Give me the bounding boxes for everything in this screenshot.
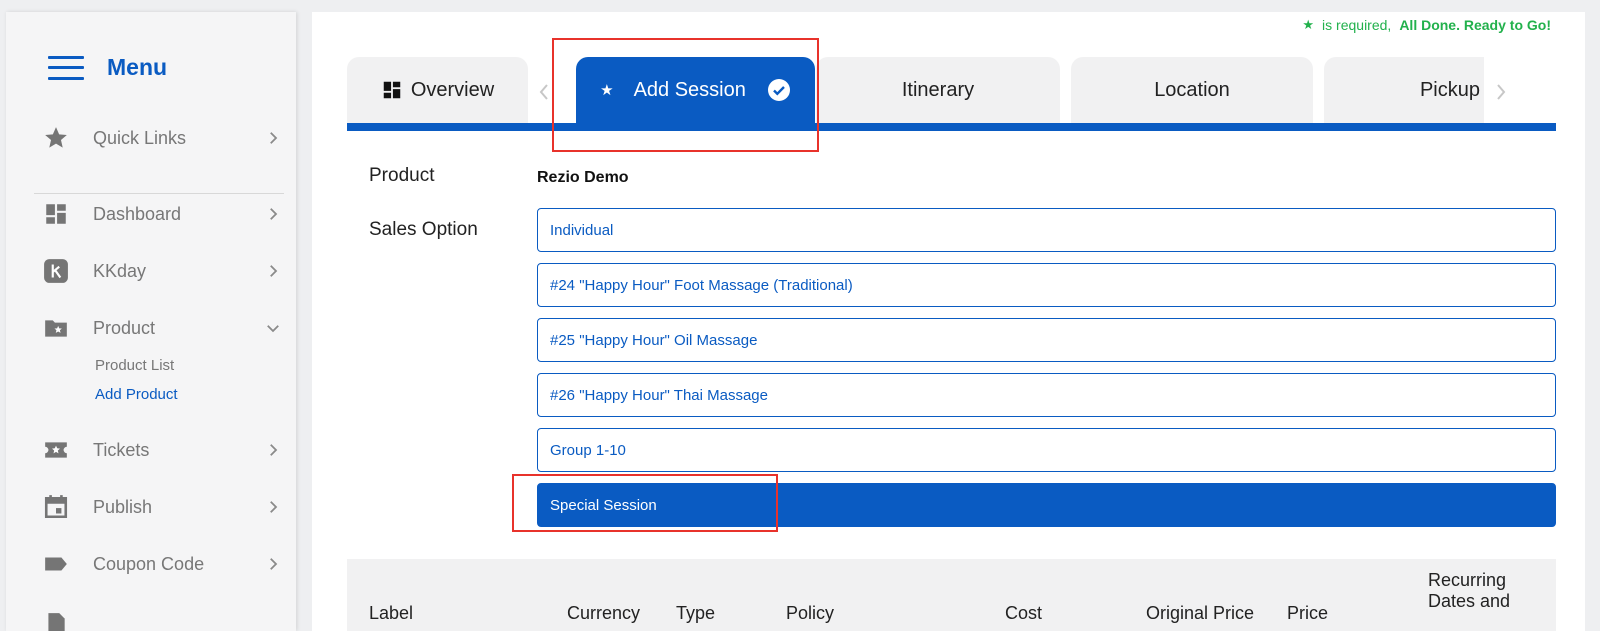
- chevron-right-icon: [270, 501, 278, 513]
- sidebar-item-product[interactable]: Product: [42, 308, 282, 348]
- sidebar-subitem-add-product[interactable]: Add Product: [95, 386, 178, 403]
- star-icon: [42, 124, 70, 152]
- column-header-label: Label: [369, 603, 414, 623]
- tab-add-session[interactable]: ★ Add Session: [576, 57, 815, 123]
- sales-option-group[interactable]: Group 1-10: [537, 428, 1556, 472]
- sidebar-item-partial[interactable]: [42, 602, 282, 631]
- sidebar-subitem-product-list[interactable]: Product List: [95, 357, 174, 374]
- chevron-right-icon: [270, 132, 278, 144]
- tab-itinerary[interactable]: Itinerary: [816, 57, 1060, 123]
- hamburger-menu-icon[interactable]: [48, 55, 84, 80]
- chevron-down-icon: [267, 325, 279, 333]
- sidebar-item-label: Coupon Code: [93, 553, 205, 574]
- column-header-recurring-dates: Recurring Dates and: [1428, 570, 1511, 611]
- required-note: ★ is required, All Done. Ready to Go!: [1302, 17, 1551, 33]
- sidebar-item-coupon-code[interactable]: Coupon Code: [42, 544, 282, 584]
- column-header-policy: Policy: [786, 603, 835, 623]
- sales-option-oil-massage[interactable]: #25 "Happy Hour" Oil Massage: [537, 318, 1556, 362]
- column-header-price: Price: [1287, 603, 1329, 623]
- tab-underline: [347, 123, 1556, 131]
- tab-pickup[interactable]: Pickup: [1324, 57, 1484, 123]
- sales-option-individual[interactable]: Individual: [537, 208, 1556, 252]
- column-header-cost: Cost: [1005, 603, 1043, 623]
- dashboard-icon: [42, 200, 70, 228]
- sidebar: Menu Quick Links Dashboard KKday Product…: [6, 12, 296, 631]
- sales-option-special-session[interactable]: Special Session: [537, 483, 1556, 527]
- column-header-currency: Currency: [567, 603, 641, 623]
- kkday-icon: [42, 257, 70, 285]
- column-header-original-price: Original Price: [1146, 603, 1255, 623]
- chevron-right-icon: [270, 444, 278, 456]
- sidebar-item-publish[interactable]: Publish: [42, 487, 282, 527]
- star-icon: ★: [600, 82, 614, 99]
- calendar-icon: [42, 493, 70, 521]
- sidebar-item-label: Product: [93, 317, 156, 338]
- sales-option-foot-massage[interactable]: #24 "Happy Hour" Foot Massage (Tradition…: [537, 263, 1556, 307]
- tab-label: Pickup: [1419, 78, 1480, 101]
- document-icon: [42, 610, 70, 631]
- sales-option-thai-massage[interactable]: #26 "Happy Hour" Thai Massage: [537, 373, 1556, 417]
- column-header-type: Type: [676, 603, 716, 623]
- folder-star-icon: [42, 314, 70, 342]
- tab-label: Location: [1154, 78, 1230, 101]
- main-panel: ★ is required, All Done. Ready to Go! Ov…: [312, 12, 1585, 631]
- chevron-right-icon: [270, 265, 278, 277]
- session-table-header: Label Currency Type Policy Cost Original…: [347, 559, 1556, 631]
- sidebar-item-label: Publish: [93, 496, 153, 517]
- tab-label: Add Session: [633, 78, 746, 101]
- dashboard-icon: [383, 81, 401, 99]
- sales-option-label: Sales Option: [369, 219, 478, 240]
- menu-header: Menu: [48, 54, 167, 81]
- tag-icon: [42, 550, 70, 578]
- sidebar-item-label: Dashboard: [93, 203, 182, 224]
- sidebar-item-label: Tickets: [93, 439, 150, 460]
- tab-label: Itinerary: [901, 78, 975, 101]
- required-text: is required,: [1322, 17, 1392, 33]
- product-value: Rezio Demo: [537, 169, 629, 186]
- chevron-left-icon[interactable]: [536, 80, 552, 104]
- product-label: Product: [369, 165, 435, 186]
- sidebar-item-dashboard[interactable]: Dashboard: [42, 194, 282, 234]
- tab-overview[interactable]: Overview: [347, 57, 528, 123]
- chevron-right-icon[interactable]: [1493, 80, 1509, 104]
- sidebar-item-kkday[interactable]: KKday: [42, 251, 282, 291]
- menu-title: Menu: [107, 54, 168, 80]
- required-star-icon: ★: [1302, 17, 1315, 32]
- chevron-right-icon: [270, 558, 278, 570]
- chevron-right-icon: [270, 208, 278, 220]
- sidebar-item-label: Quick Links: [93, 127, 187, 148]
- sidebar-item-tickets[interactable]: Tickets: [42, 430, 282, 470]
- tab-label: Overview: [410, 78, 495, 101]
- sidebar-item-quick-links[interactable]: Quick Links: [42, 118, 282, 158]
- done-status: All Done. Ready to Go!: [1399, 17, 1551, 33]
- tab-location[interactable]: Location: [1071, 57, 1313, 123]
- ticket-icon: [42, 436, 70, 464]
- check-circle-icon: [767, 79, 790, 101]
- sidebar-item-label: KKday: [93, 260, 147, 281]
